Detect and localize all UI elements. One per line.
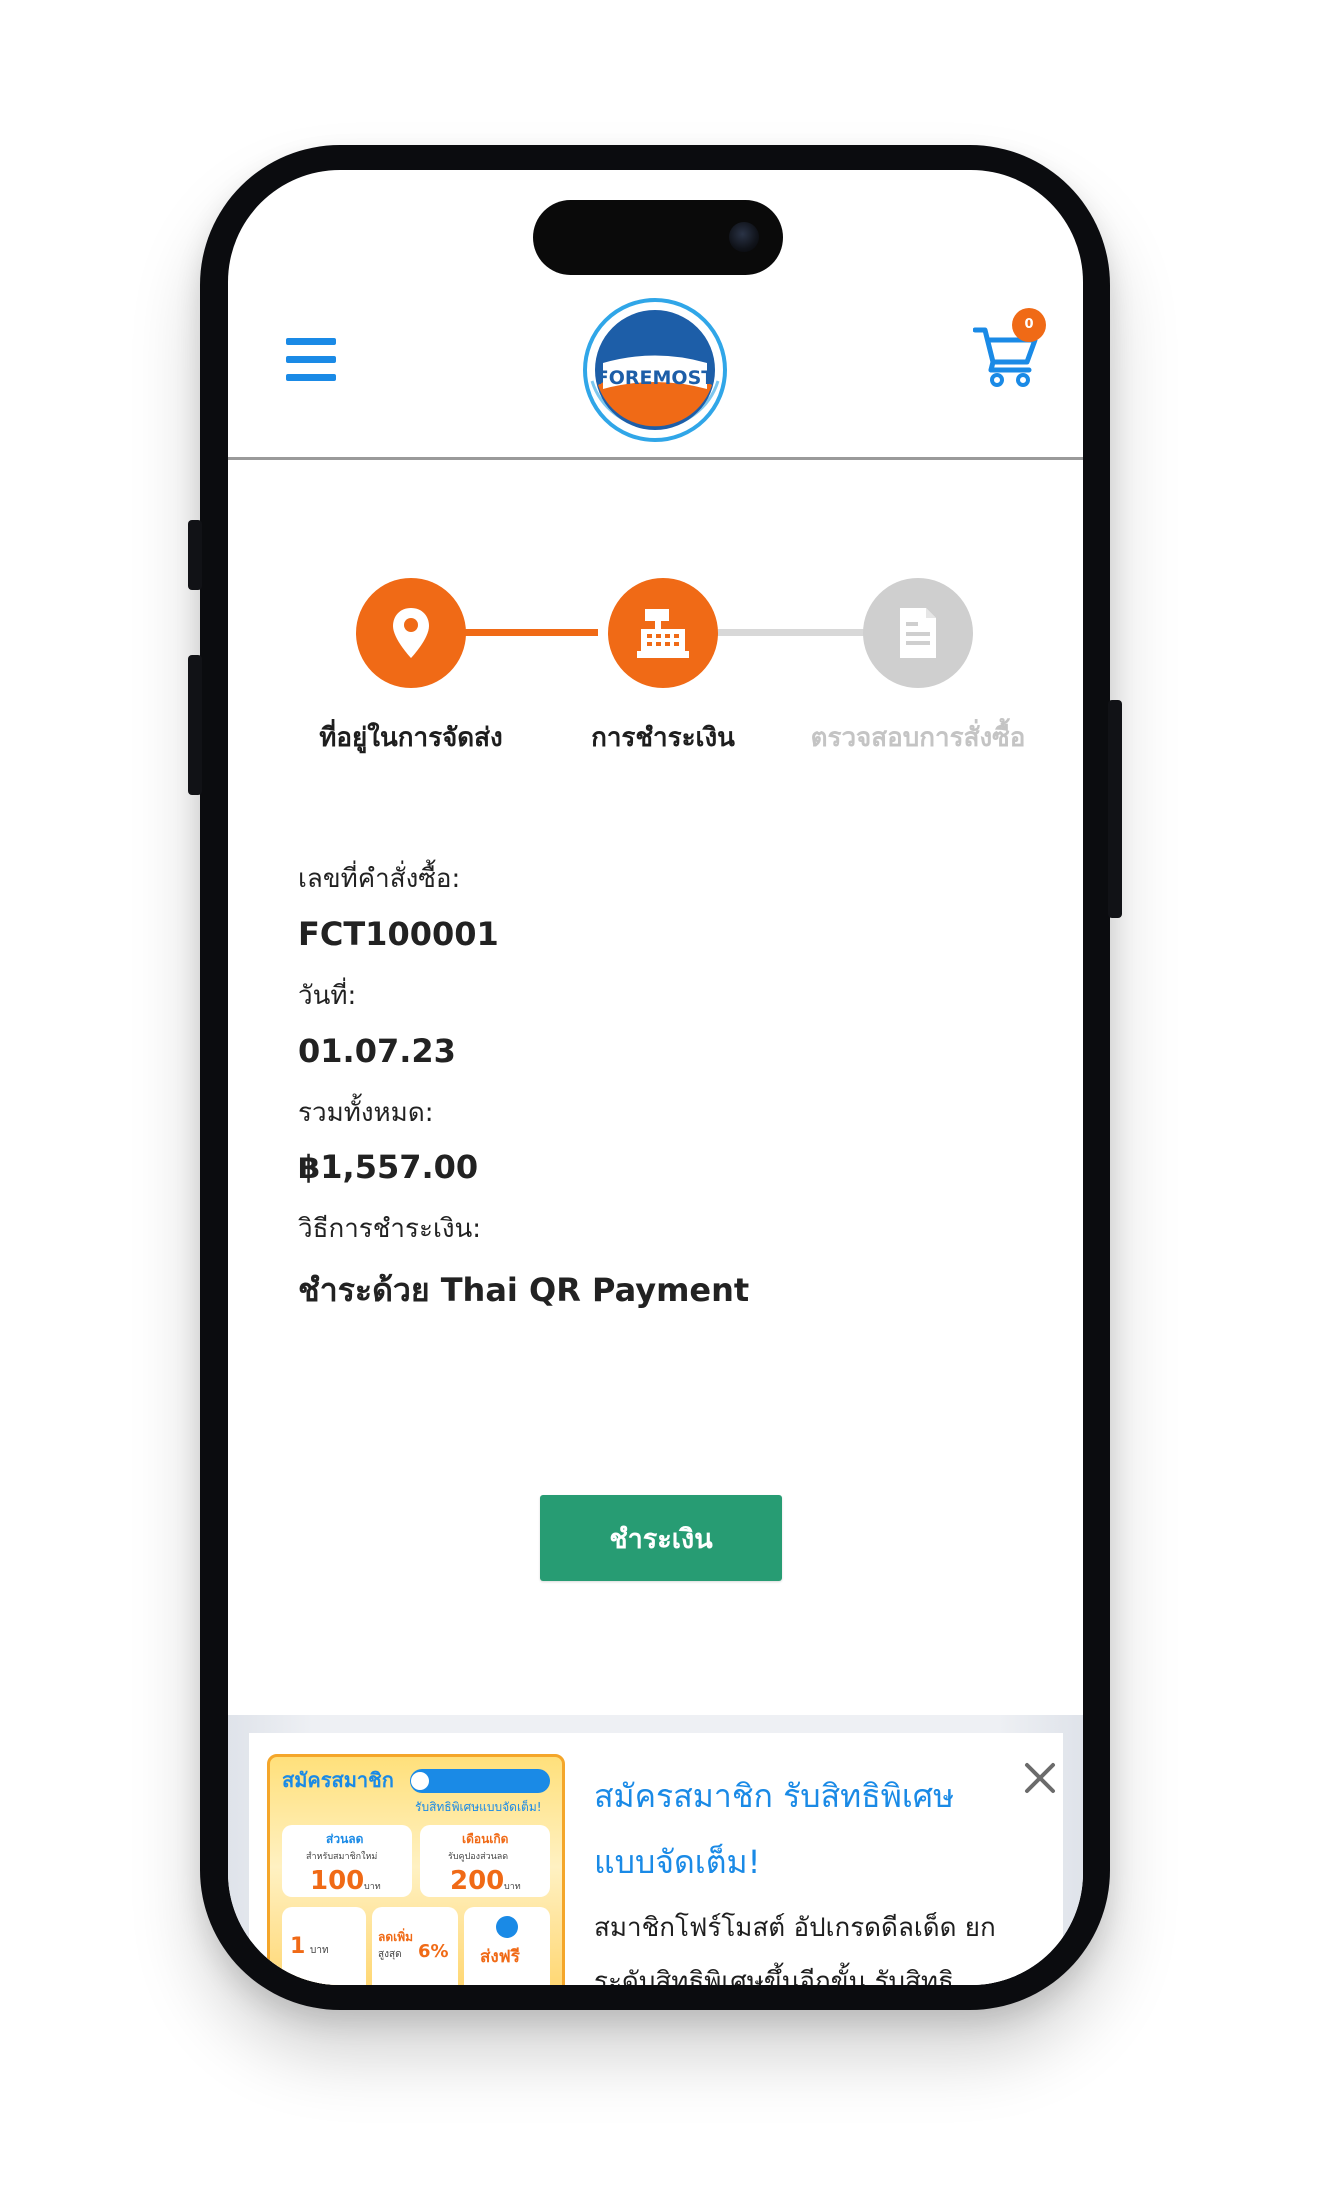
step-address: [356, 578, 466, 688]
order-date-value: 01.07.23: [298, 1032, 456, 1070]
promo-body: สมาชิกโฟร์โมสต์ อัปเกรดดีลเด็ด ยกระดับสิ…: [594, 1913, 996, 1985]
order-number-label: เลขที่คำสั่งซื้อ:: [298, 864, 461, 894]
order-total-value: ฿1,557.00: [298, 1148, 479, 1186]
cart-count-badge: 0: [1012, 308, 1046, 342]
logo-text: FOREMOST: [596, 367, 714, 389]
promo-tile2-value: 200: [450, 1866, 504, 1896]
promo-tile3-unit: บาท: [310, 1945, 329, 1956]
promo-tile1-title: ส่วนลด: [326, 1832, 364, 1846]
foremost-logo[interactable]: FOREMOST: [578, 293, 733, 448]
promo-tile4-title: ลดเพิ่ม: [378, 1928, 413, 1944]
close-icon[interactable]: [1021, 1759, 1059, 1797]
cash-register-icon: [637, 609, 689, 658]
promo-tile2-unit: บาท: [504, 1882, 521, 1892]
step-payment: [608, 578, 718, 688]
phone-volume-button: [188, 655, 202, 795]
promo-tile3-value: 1: [290, 1934, 305, 1959]
promo-card[interactable]: สมัครสมาชิก รับสิทธิพิเศษแบบจัดเต็ม! ส่ว…: [249, 1733, 1063, 1985]
promo-tile1-value: 100: [310, 1866, 364, 1896]
app-screen: FOREMOST 0 ที่อยู่ในการจัดส่ง การชำระเงิ…: [228, 170, 1083, 1985]
step-review-label: ตรวจสอบการสั่งซื้อ: [810, 723, 1026, 753]
payment-method-value: ชำระด้วย Thai QR Payment: [298, 1271, 750, 1309]
step-address-label: ที่อยู่ในการจัดส่ง: [319, 723, 503, 753]
order-date-label: วันที่:: [298, 981, 357, 1011]
header-divider: [228, 457, 1083, 460]
promo-tile5-title: ส่งฟรี: [480, 1946, 521, 1967]
promo-tile2-title: เดือนเกิด: [462, 1832, 509, 1846]
pay-button[interactable]: ชำระเงิน: [540, 1495, 782, 1581]
promo-tile4-sub: สูงสุด: [378, 1949, 402, 1960]
promo-tile4-value: 6%: [418, 1941, 449, 1962]
phone-power-button: [1108, 700, 1122, 918]
promo-image-art: สมัครสมาชิก รับสิทธิพิเศษแบบจัดเต็ม! ส่ว…: [282, 1768, 550, 1985]
promo-banner-area: สมัครสมาชิก รับสิทธิพิเศษแบบจัดเต็ม! ส่ว…: [228, 1715, 1083, 1985]
phone-silent-switch: [188, 520, 202, 590]
promo-tile2-sub: รับคูปองส่วนลด: [448, 1852, 508, 1862]
document-icon: [900, 608, 936, 658]
step-payment-label: การชำระเงิน: [591, 723, 735, 753]
location-pin-icon: [393, 608, 429, 658]
payment-method-label: วิธีการชำระเงิน:: [298, 1214, 482, 1244]
promo-image-subheadline: รับสิทธิพิเศษแบบจัดเต็ม!: [415, 1799, 542, 1814]
dynamic-island: [533, 200, 783, 275]
front-camera: [729, 222, 759, 252]
promo-tile1-unit: บาท: [364, 1882, 381, 1892]
order-total-label: รวมทั้งหมด:: [298, 1098, 434, 1128]
promo-image[interactable]: สมัครสมาชิก รับสิทธิพิเศษแบบจัดเต็ม! ส่ว…: [267, 1754, 565, 1985]
step-review: [863, 578, 973, 688]
order-number-value: FCT100001: [298, 915, 499, 953]
menu-icon[interactable]: [286, 338, 336, 382]
promo-image-headline: สมัครสมาชิก: [282, 1768, 394, 1792]
promo-title[interactable]: สมัครสมาชิก รับสิทธิพิเศษแบบจัดเต็ม!: [594, 1763, 1014, 1895]
promo-tile1-sub: สำหรับสมาชิกใหม่: [306, 1851, 377, 1862]
